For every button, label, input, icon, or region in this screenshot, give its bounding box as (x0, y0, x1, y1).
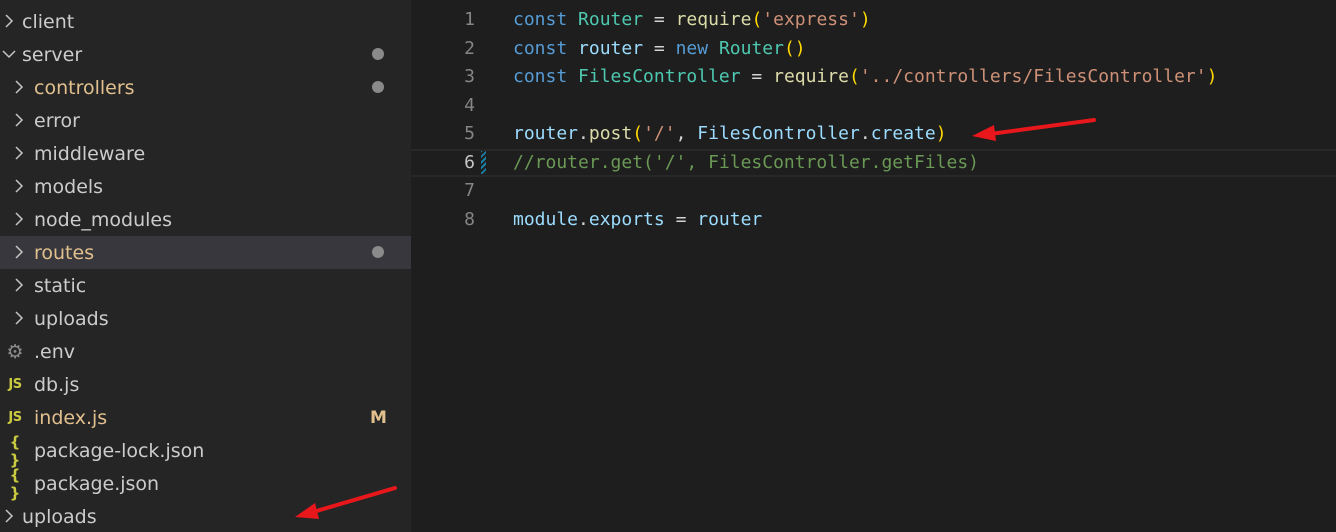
explorer-item-label: .env (34, 340, 76, 363)
chevron-right-icon (0, 9, 21, 33)
explorer-item-label: routes (34, 241, 95, 264)
explorer-item-db-js[interactable]: JS db.js (0, 368, 411, 401)
code-text: const Router = require('express') (513, 9, 871, 30)
modified-dot (372, 48, 384, 60)
code-text: const router = new Router() (513, 37, 806, 59)
code-text: //router.get('/', FilesController.getFil… (513, 151, 979, 173)
explorer-item-package-json[interactable]: { } package.json (0, 465, 411, 502)
code-line-5[interactable]: 5 router.post('/', FilesController.create… (411, 120, 1336, 148)
code-line-6[interactable]: 6 //router.get('/', FilesController.getFi… (411, 148, 1336, 177)
code-editor[interactable]: 1 const Router = require('express') 2 const… (411, 0, 1336, 532)
code-text: module.exports = router (513, 208, 763, 230)
explorer-item-index-js[interactable]: JS index.js M (0, 401, 411, 434)
line-number: 1 (464, 9, 475, 30)
explorer-item-controllers[interactable]: controllers (0, 71, 411, 104)
explorer-item-node-modules[interactable]: node_modules (0, 203, 411, 236)
line-number: 2 (464, 37, 475, 59)
explorer-item-routes[interactable]: routes (0, 236, 411, 269)
explorer-item-label: db.js (34, 373, 80, 396)
explorer-item-label: models (34, 175, 104, 198)
line-number: 4 (464, 94, 475, 116)
code-text: const FilesController = require('../cont… (513, 66, 1218, 87)
explorer-item-label: middleware (34, 142, 146, 165)
explorer-item-label: node_modules (34, 208, 173, 231)
code-line-3[interactable]: 3 const FilesController = require('../con… (411, 63, 1336, 91)
chevron-right-icon (7, 306, 31, 330)
explorer-item-label: static (34, 274, 87, 297)
explorer-item-label: package-lock.json (34, 439, 205, 462)
line-number: 6 (464, 151, 475, 173)
explorer-item-label: package.json (34, 472, 160, 495)
explorer-item-label: error (34, 109, 80, 132)
chevron-right-icon (7, 174, 31, 198)
line-number: 5 (464, 123, 475, 144)
code-line-2[interactable]: 2 const router = new Router() (411, 35, 1336, 63)
chevron-down-icon (0, 42, 21, 66)
explorer-item-env[interactable]: ⚙ .env (0, 335, 411, 368)
explorer-item-label: index.js (34, 406, 108, 429)
explorer-item-client[interactable]: client (0, 5, 411, 38)
explorer-item-uploads[interactable]: uploads (0, 500, 411, 532)
chevron-right-icon (7, 75, 31, 99)
explorer-sidebar: client server controllers error middleware mo… (0, 0, 411, 532)
explorer-item-label: client (22, 10, 75, 33)
modified-dot (372, 246, 384, 258)
explorer-item-error[interactable]: error (0, 104, 411, 137)
code-line-1[interactable]: 1 const Router = require('express') (411, 6, 1336, 34)
modified-dot (372, 81, 384, 93)
explorer-item-label: server (22, 43, 83, 66)
explorer-item-server[interactable]: server (0, 38, 411, 71)
explorer-item-label: controllers (34, 76, 135, 99)
code-line-8[interactable]: 8 module.exports = router (411, 206, 1336, 234)
explorer-item-middleware[interactable]: middleware (0, 137, 411, 170)
js-file-icon: JS (8, 410, 22, 425)
explorer-item-static[interactable]: static (0, 269, 411, 302)
chevron-right-icon (7, 207, 31, 231)
explorer-item-label: uploads (22, 505, 97, 528)
line-number: 8 (464, 208, 475, 230)
chevron-right-icon (7, 108, 31, 132)
line-number: 7 (464, 180, 475, 201)
explorer-item-label: uploads (34, 307, 109, 330)
chevron-right-icon (7, 240, 31, 264)
code-line-4[interactable]: 4 (411, 92, 1336, 120)
chevron-right-icon (0, 504, 21, 528)
code-line-7[interactable]: 7 (411, 177, 1336, 205)
json-file-icon: { } (9, 432, 21, 469)
js-file-icon: JS (8, 377, 22, 392)
gear-icon: ⚙ (6, 340, 24, 363)
line-number: 3 (464, 66, 475, 87)
git-modified-badge: M (370, 407, 387, 428)
chevron-right-icon (7, 273, 31, 297)
code-text: router.post('/', FilesController.create) (513, 123, 947, 144)
chevron-right-icon (7, 141, 31, 165)
explorer-item-package-lock-json[interactable]: { } package-lock.json (0, 432, 411, 469)
explorer-item-uploads[interactable]: uploads (0, 302, 411, 335)
explorer-item-models[interactable]: models (0, 170, 411, 203)
json-file-icon: { } (9, 465, 21, 502)
